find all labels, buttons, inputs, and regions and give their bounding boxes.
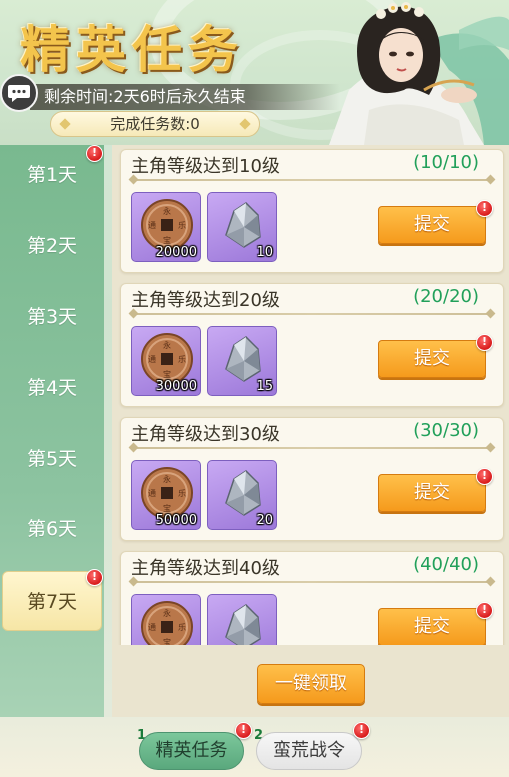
- alert-badge-icon: !: [235, 722, 252, 739]
- reward-coin[interactable]: 永 宝 通 乐 50000: [131, 460, 201, 530]
- header-banner: 精英任务 剩余时间:2天6时后永久结束 完成任务数:0: [0, 0, 509, 145]
- submit-button[interactable]: 提交: [378, 608, 486, 645]
- task-card: 主角等级达到40级 (40/40) 永 宝 通 乐 提交 !: [120, 551, 504, 645]
- task-panel: 主角等级达到10级 (10/10) 永 宝 通 乐 20000 10 提交 ! …: [112, 145, 509, 717]
- task-progress: (20/20): [413, 286, 479, 307]
- reward-quantity: 20: [256, 513, 273, 528]
- day-sidebar: 第1天 第2天 第3天 第4天 第5天 第6天 第7天 ! !: [0, 145, 104, 717]
- task-card: 主角等级达到30级 (30/30) 永 宝 通 乐 50000 20 提交 !: [120, 417, 504, 541]
- reward-coin[interactable]: 永 宝 通 乐 20000: [131, 192, 201, 262]
- task-progress: (30/30): [413, 420, 479, 441]
- svg-text:宝: 宝: [163, 369, 171, 379]
- reward-quantity: 15: [256, 379, 273, 394]
- chat-button[interactable]: [0, 74, 38, 112]
- tab-elite-tasks[interactable]: 精英任务: [139, 732, 244, 770]
- claim-all-button[interactable]: 一键领取: [257, 664, 365, 704]
- reward-quantity: 20000: [155, 245, 197, 260]
- svg-text:宝: 宝: [163, 235, 171, 245]
- alert-badge-icon: !: [476, 334, 493, 351]
- reward-stone[interactable]: 15: [207, 326, 277, 396]
- reward-stone[interactable]: 20: [207, 460, 277, 530]
- svg-text:永: 永: [163, 474, 171, 484]
- reward-coin[interactable]: 永 宝 通 乐: [131, 594, 201, 645]
- svg-text:乐: 乐: [178, 220, 186, 230]
- divider: [133, 179, 491, 181]
- tab-day-label: 第7天: [26, 591, 78, 613]
- speech-bubble-icon: [8, 85, 30, 102]
- divider: [133, 313, 491, 315]
- alert-badge-icon: !: [86, 145, 103, 162]
- alert-badge-icon: !: [476, 602, 493, 619]
- task-progress: (10/10): [413, 152, 479, 173]
- tab-day-label: 第2天: [26, 235, 78, 257]
- reward-stone[interactable]: [207, 594, 277, 645]
- task-title: 主角等级达到20级: [131, 290, 280, 311]
- reward-quantity: 30000: [155, 379, 197, 394]
- tab-day-label: 第3天: [26, 306, 78, 328]
- tab-battle-pass[interactable]: 蛮荒战令: [256, 732, 362, 770]
- svg-text:乐: 乐: [178, 488, 186, 498]
- svg-text:乐: 乐: [178, 622, 186, 632]
- svg-text:永: 永: [163, 206, 171, 216]
- reward-coin[interactable]: 永 宝 通 乐 30000: [131, 326, 201, 396]
- task-title: 主角等级达到30级: [131, 424, 280, 445]
- reward-stone[interactable]: 10: [207, 192, 277, 262]
- alert-badge-icon: !: [353, 722, 370, 739]
- task-list[interactable]: 主角等级达到10级 (10/10) 永 宝 通 乐 20000 10 提交 ! …: [112, 145, 509, 645]
- svg-text:乐: 乐: [178, 354, 186, 364]
- submit-button[interactable]: 提交: [378, 340, 486, 378]
- svg-text:通: 通: [148, 622, 156, 632]
- time-remaining-bar: 剩余时间:2天6时后永久结束: [30, 84, 340, 110]
- task-progress: (40/40): [413, 554, 479, 575]
- page-title: 精英任务: [20, 20, 244, 79]
- task-title: 主角等级达到10级: [131, 156, 280, 177]
- svg-text:宝: 宝: [163, 503, 171, 513]
- ore-stone-icon: [225, 604, 261, 645]
- reward-quantity: 10: [256, 245, 273, 260]
- task-card: 主角等级达到10级 (10/10) 永 宝 通 乐 20000 10 提交 !: [120, 149, 504, 273]
- svg-text:通: 通: [148, 220, 156, 230]
- diamond-ornament: [59, 118, 71, 130]
- time-remaining-text: 剩余时间:2天6时后永久结束: [44, 87, 246, 106]
- completed-count-text: 完成任务数:0: [110, 115, 200, 133]
- tab-day-5[interactable]: 第5天: [0, 429, 104, 489]
- submit-button[interactable]: 提交: [378, 474, 486, 512]
- tab-day-4[interactable]: 第4天: [0, 358, 104, 418]
- tab-day-label: 第4天: [26, 377, 78, 399]
- tab-day-3[interactable]: 第3天: [0, 287, 104, 347]
- svg-text:永: 永: [163, 340, 171, 350]
- tab-day-6[interactable]: 第6天: [0, 499, 104, 559]
- tab-day-2[interactable]: 第2天: [0, 216, 104, 276]
- svg-text:宝: 宝: [163, 637, 171, 645]
- bottom-tab-bar: 1 精英任务 ! 2 蛮荒战令 !: [0, 717, 509, 777]
- reward-quantity: 50000: [155, 513, 197, 528]
- svg-text:通: 通: [148, 354, 156, 364]
- diamond-ornament: [239, 118, 251, 130]
- tab-day-label: 第1天: [26, 164, 78, 186]
- svg-text:通: 通: [148, 488, 156, 498]
- tab-day-label: 第5天: [26, 448, 78, 470]
- task-card: 主角等级达到20级 (20/20) 永 宝 通 乐 30000 15 提交 !: [120, 283, 504, 407]
- submit-button[interactable]: 提交: [378, 206, 486, 244]
- character-portrait: [329, 2, 509, 145]
- tab-day-label: 第6天: [26, 518, 78, 540]
- copper-coin-icon: 永 宝 通 乐: [141, 601, 193, 645]
- divider: [133, 447, 491, 449]
- task-title: 主角等级达到40级: [131, 558, 280, 579]
- svg-text:永: 永: [163, 608, 171, 618]
- divider: [133, 581, 491, 583]
- completed-count-pill: 完成任务数:0: [50, 111, 260, 137]
- alert-badge-icon: !: [86, 569, 103, 586]
- alert-badge-icon: !: [476, 468, 493, 485]
- alert-badge-icon: !: [476, 200, 493, 217]
